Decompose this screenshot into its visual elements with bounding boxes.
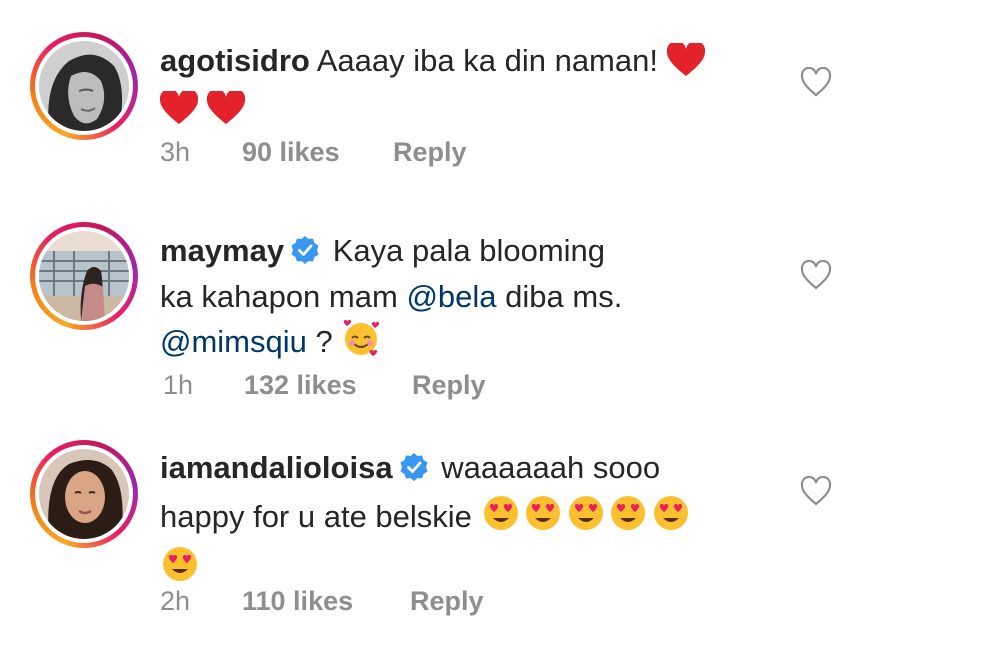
heart-outline-icon[interactable] xyxy=(800,260,832,290)
smiling-face-with-hearts-emoji-icon xyxy=(341,318,381,369)
comment-text: happy for u ate belskie xyxy=(160,499,472,534)
heart-eyes-emoji-icon xyxy=(523,493,563,544)
heart-eyes-emoji-icon xyxy=(566,493,606,544)
likes-count[interactable]: 110 likes xyxy=(242,586,353,617)
comment-username[interactable]: agotisidro xyxy=(160,43,310,78)
heart-eyes-emoji-icon xyxy=(651,493,691,544)
comment-text: Aaaay iba ka din naman! xyxy=(316,43,658,78)
red-heart-emoji-icon xyxy=(206,88,245,136)
reply-button[interactable]: Reply xyxy=(393,137,467,168)
comment-time: 3h xyxy=(160,137,191,167)
comment-text: waaaaaah sooo xyxy=(441,450,661,485)
mention-link[interactable]: @bela xyxy=(406,279,496,314)
likes-count[interactable]: 90 likes xyxy=(242,137,340,168)
heart-eyes-emoji-icon xyxy=(608,493,648,544)
comment-text: Kaya pala blooming xyxy=(332,233,606,268)
avatar-iamandalioloisa[interactable] xyxy=(30,440,138,548)
heart-outline-icon[interactable] xyxy=(800,67,832,97)
comment-text: ? xyxy=(315,324,333,359)
avatar-agotisidro[interactable] xyxy=(30,32,138,140)
comment-time: 1h xyxy=(163,370,194,400)
avatar-maymay[interactable] xyxy=(30,222,138,330)
comment-username[interactable]: iamandalioloisa xyxy=(160,450,393,485)
verified-badge-icon xyxy=(399,451,429,493)
likes-count[interactable]: 132 likes xyxy=(244,370,357,401)
comment-text: diba ms. xyxy=(505,279,623,314)
reply-button[interactable]: Reply xyxy=(412,370,486,401)
reply-button[interactable]: Reply xyxy=(410,586,484,617)
heart-eyes-emoji-group xyxy=(481,496,692,534)
mention-link[interactable]: @mimsqiu xyxy=(160,324,307,359)
red-heart-emoji-icon xyxy=(666,40,705,88)
heart-outline-icon[interactable] xyxy=(800,476,832,506)
verified-badge-icon xyxy=(290,234,320,276)
heart-eyes-emoji-icon xyxy=(481,493,521,544)
comment-time: 2h xyxy=(160,586,191,616)
comment-username[interactable]: maymay xyxy=(160,233,284,268)
comment-text: ka kahapon mam xyxy=(160,279,398,314)
red-heart-emoji-icon xyxy=(159,88,199,136)
